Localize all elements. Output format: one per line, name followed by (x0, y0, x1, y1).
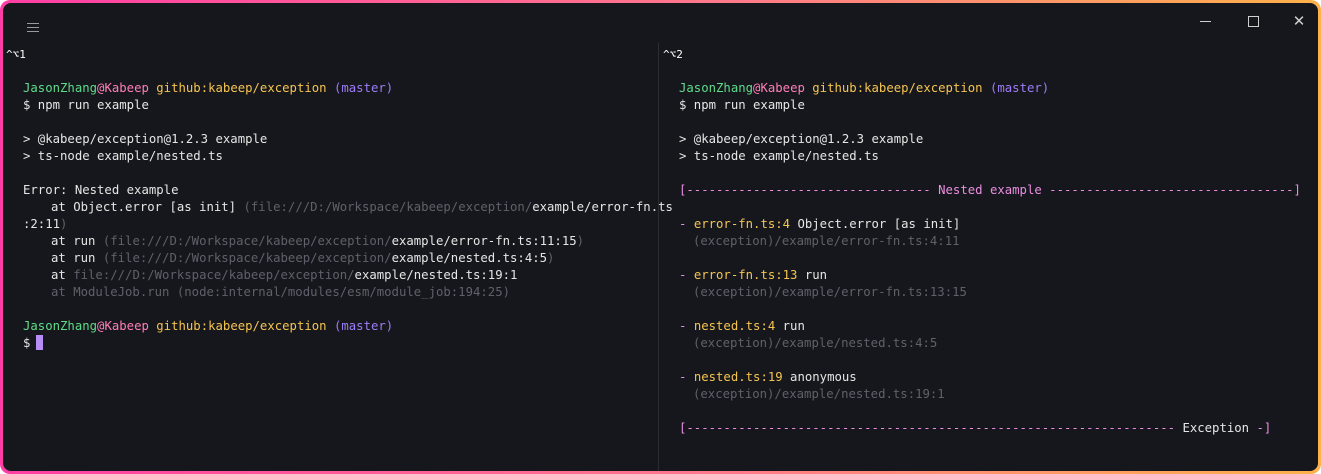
prompt-branch: (master) (333, 81, 394, 95)
text-cursor (36, 335, 44, 350)
prompt-host: @Kabeep (97, 81, 149, 95)
title-bar: ✕ (3, 3, 1318, 43)
frame-file: error-fn.ts:13 (693, 268, 798, 282)
prompt-line: JasonZhang@Kabeep github:kabeep/exceptio… (23, 80, 673, 97)
frame-path: (exception)/example/error-fn.ts:13:15 (693, 285, 967, 299)
exception-title: Nested example (938, 183, 1042, 197)
frame-path: (exception)/example/nested.ts:4:5 (693, 336, 938, 350)
close-icon[interactable]: ✕ (1279, 9, 1318, 33)
exception-header: [--------------------------------- Neste… (679, 183, 1301, 197)
frame-heading: - nested.ts:19 anonymous (679, 370, 857, 384)
prompt-repo: github:kabeep/exception (812, 81, 983, 95)
prompt-user: JasonZhang (23, 319, 98, 333)
prompt-line: JasonZhang@Kabeep github:kabeep/exceptio… (23, 318, 673, 335)
terminal-pane-2[interactable]: ^⌥2 JasonZhang@Kabeep github:kabeep/exce… (659, 43, 1318, 471)
minimize-icon[interactable] (1185, 9, 1225, 33)
frame-heading: - error-fn.ts:4 Object.error [as init] (679, 217, 961, 231)
prompt-host: @Kabeep (753, 81, 805, 95)
prompt-user: JasonZhang (679, 81, 754, 95)
prompt-host: @Kabeep (97, 319, 149, 333)
frame-file: nested.ts:19 (693, 370, 783, 384)
stack-line: at run (file:///D:/Workspace/kabeep/exce… (51, 251, 555, 265)
prompt-line: JasonZhang@Kabeep github:kabeep/exceptio… (679, 80, 1301, 97)
frame-path: (exception)/example/error-fn.ts:4:11 (693, 234, 960, 248)
frame-file: nested.ts:4 (693, 319, 776, 333)
script-line: > ts-node example/nested.ts (679, 149, 879, 163)
terminal-pane-1[interactable]: ^⌥1 JasonZhang@Kabeep github:kabeep/exce… (3, 43, 673, 471)
maximize-icon[interactable] (1233, 9, 1273, 33)
stack-line-wrap: :2:11) (23, 217, 68, 231)
stack-line: at Object.error [as init] (file:///D:/Wo… (51, 200, 673, 214)
stack-line: at run (file:///D:/Workspace/kabeep/exce… (51, 234, 585, 248)
stack-line: at ModuleJob.run (node:internal/modules/… (51, 285, 511, 299)
terminal-output: JasonZhang@Kabeep github:kabeep/exceptio… (679, 80, 1301, 437)
frame-path: (exception)/example/nested.ts:19:1 (693, 387, 945, 401)
prompt-branch: (master) (333, 319, 394, 333)
prompt-repo: github:kabeep/exception (156, 81, 327, 95)
command-line: $ npm run example (23, 98, 149, 112)
frame-file: error-fn.ts:4 (693, 217, 791, 231)
prompt-dollar: $ (23, 336, 31, 350)
pane-shortcut-label: ^⌥2 (663, 48, 683, 61)
window-frame: ✕ ^⌥1 JasonZhang@Kabeep github:kabeep/ex… (0, 0, 1321, 474)
stack-line: at file:///D:/Workspace/kabeep/exception… (51, 268, 518, 282)
input-line[interactable]: $ (23, 335, 673, 352)
prompt-repo: github:kabeep/exception (156, 319, 327, 333)
error-title: Error: Nested example (23, 183, 179, 197)
prompt-branch: (master) (989, 81, 1050, 95)
terminal-output: JasonZhang@Kabeep github:kabeep/exceptio… (23, 80, 673, 352)
command-line: $ npm run example (679, 98, 805, 112)
frame-heading: - error-fn.ts:13 run (679, 268, 828, 282)
script-line: > @kabeep/exception@1.2.3 example (23, 132, 268, 146)
prompt-user: JasonZhang (23, 81, 98, 95)
script-line: > @kabeep/exception@1.2.3 example (679, 132, 924, 146)
frame-heading: - nested.ts:4 run (679, 319, 805, 333)
pane-shortcut-label: ^⌥1 (6, 48, 26, 61)
script-line: > ts-node example/nested.ts (23, 149, 223, 163)
terminal-window: ✕ ^⌥1 JasonZhang@Kabeep github:kabeep/ex… (3, 3, 1318, 471)
exception-footer-title: Exception (1182, 421, 1250, 435)
hamburger-icon[interactable] (27, 23, 39, 33)
exception-footer: [---------------------------------------… (679, 421, 1272, 435)
